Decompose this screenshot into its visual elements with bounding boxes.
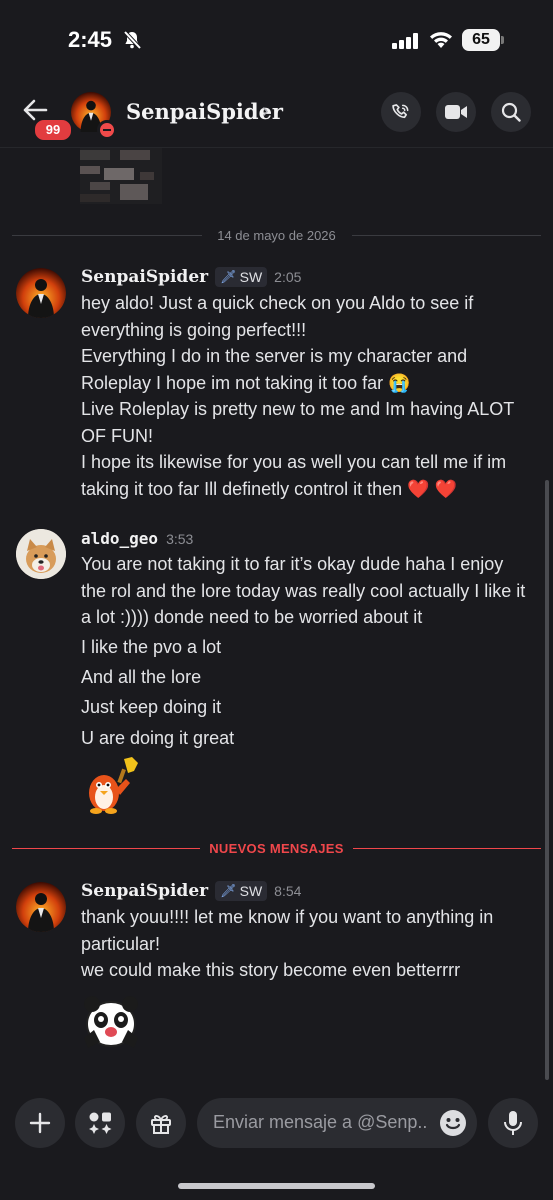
wifi-icon: [428, 30, 454, 55]
message-line: And all the lore: [81, 667, 202, 687]
message-line: Everything I do in the server is my char…: [81, 346, 468, 393]
message-line: U are doing it great: [81, 728, 235, 748]
message-line: we could make this story become even bet…: [81, 960, 461, 980]
home-indicator[interactable]: [178, 1183, 375, 1189]
bell-muted-icon: [122, 30, 142, 55]
message-input-placeholder[interactable]: Enviar mensaje a @Senp..: [213, 1112, 427, 1133]
camera-icon: [445, 105, 467, 119]
gift-button[interactable]: [136, 1098, 186, 1148]
tag-label: SW: [239, 269, 263, 285]
message-header: aldo_geo 3:53: [81, 529, 193, 548]
message-line: You are not taking it to far it’s okay d…: [81, 554, 526, 627]
date-separator: 14 de mayo de 2026: [0, 228, 553, 243]
avatar[interactable]: [16, 882, 66, 932]
message-line: Just keep doing it: [81, 697, 222, 717]
plus-icon: [29, 1112, 51, 1134]
add-attachment-button[interactable]: [15, 1098, 65, 1148]
emoji-icon[interactable]: [439, 1109, 467, 1142]
apps-sparkle-icon: [89, 1112, 112, 1134]
apps-button[interactable]: [75, 1098, 125, 1148]
tag-label: SW: [239, 883, 263, 899]
status-time: 2:45: [68, 27, 113, 52]
voice-call-button[interactable]: [381, 92, 421, 132]
message-body: thank youu!!!! let me know if you want t…: [81, 904, 531, 984]
message-author[interactable]: SenpaiSpider: [81, 267, 208, 287]
search-button[interactable]: [491, 92, 531, 132]
message-line: I like the pvo a lot: [81, 637, 222, 657]
header-username[interactable]: SenpaiSpider: [126, 99, 283, 124]
chevron-right-icon[interactable]: ›: [262, 100, 269, 123]
message-body: You are not taking it to far it’s okay d…: [81, 551, 531, 631]
new-messages-divider: NUEVOS MENSAJES: [209, 841, 344, 856]
message-line: Live Roleplay is pretty new to me and Im…: [81, 399, 514, 446]
message-line: I hope its likewise for you as well you …: [81, 452, 507, 499]
avatar[interactable]: [16, 529, 66, 579]
penguin-sticker[interactable]: [80, 755, 142, 822]
message-timestamp: 8:54: [274, 883, 302, 899]
image-attachment[interactable]: [80, 148, 162, 204]
battery-nub: [501, 36, 504, 44]
voice-message-button[interactable]: [488, 1098, 538, 1148]
microphone-icon: [504, 1111, 522, 1135]
message-author[interactable]: SenpaiSpider: [81, 881, 208, 901]
unread-badge: 99: [33, 118, 73, 142]
message-timestamp: 3:53: [166, 530, 194, 547]
cellular-signal-icon: [392, 33, 420, 54]
server-tag[interactable]: 🗡 SW: [215, 267, 268, 287]
message-body: hey aldo! Just a quick check on you Aldo…: [81, 290, 531, 502]
search-icon: [501, 102, 521, 122]
message-header: SenpaiSpider 🗡 SW 8:54: [81, 881, 301, 901]
panda-sticker[interactable]: [80, 990, 142, 1055]
avatar[interactable]: [16, 268, 66, 318]
message-line: thank youu!!!! let me know if you want t…: [81, 907, 494, 954]
sword-icon: 🗡: [220, 883, 237, 898]
video-call-button[interactable]: [436, 92, 476, 132]
message-author[interactable]: aldo_geo: [81, 529, 158, 548]
dnd-status-icon: [97, 120, 117, 140]
message-line: hey aldo! Just a quick check on you Aldo…: [81, 293, 474, 340]
battery-indicator: 65: [462, 29, 500, 51]
server-tag[interactable]: 🗡 SW: [215, 881, 268, 901]
sword-icon: 🗡: [220, 269, 237, 284]
message-timestamp: 2:05: [274, 269, 302, 285]
gift-icon: [151, 1115, 171, 1134]
phone-icon: [392, 104, 409, 119]
scrollbar[interactable]: [545, 480, 549, 1080]
message-header: SenpaiSpider 🗡 SW 2:05: [81, 267, 301, 287]
